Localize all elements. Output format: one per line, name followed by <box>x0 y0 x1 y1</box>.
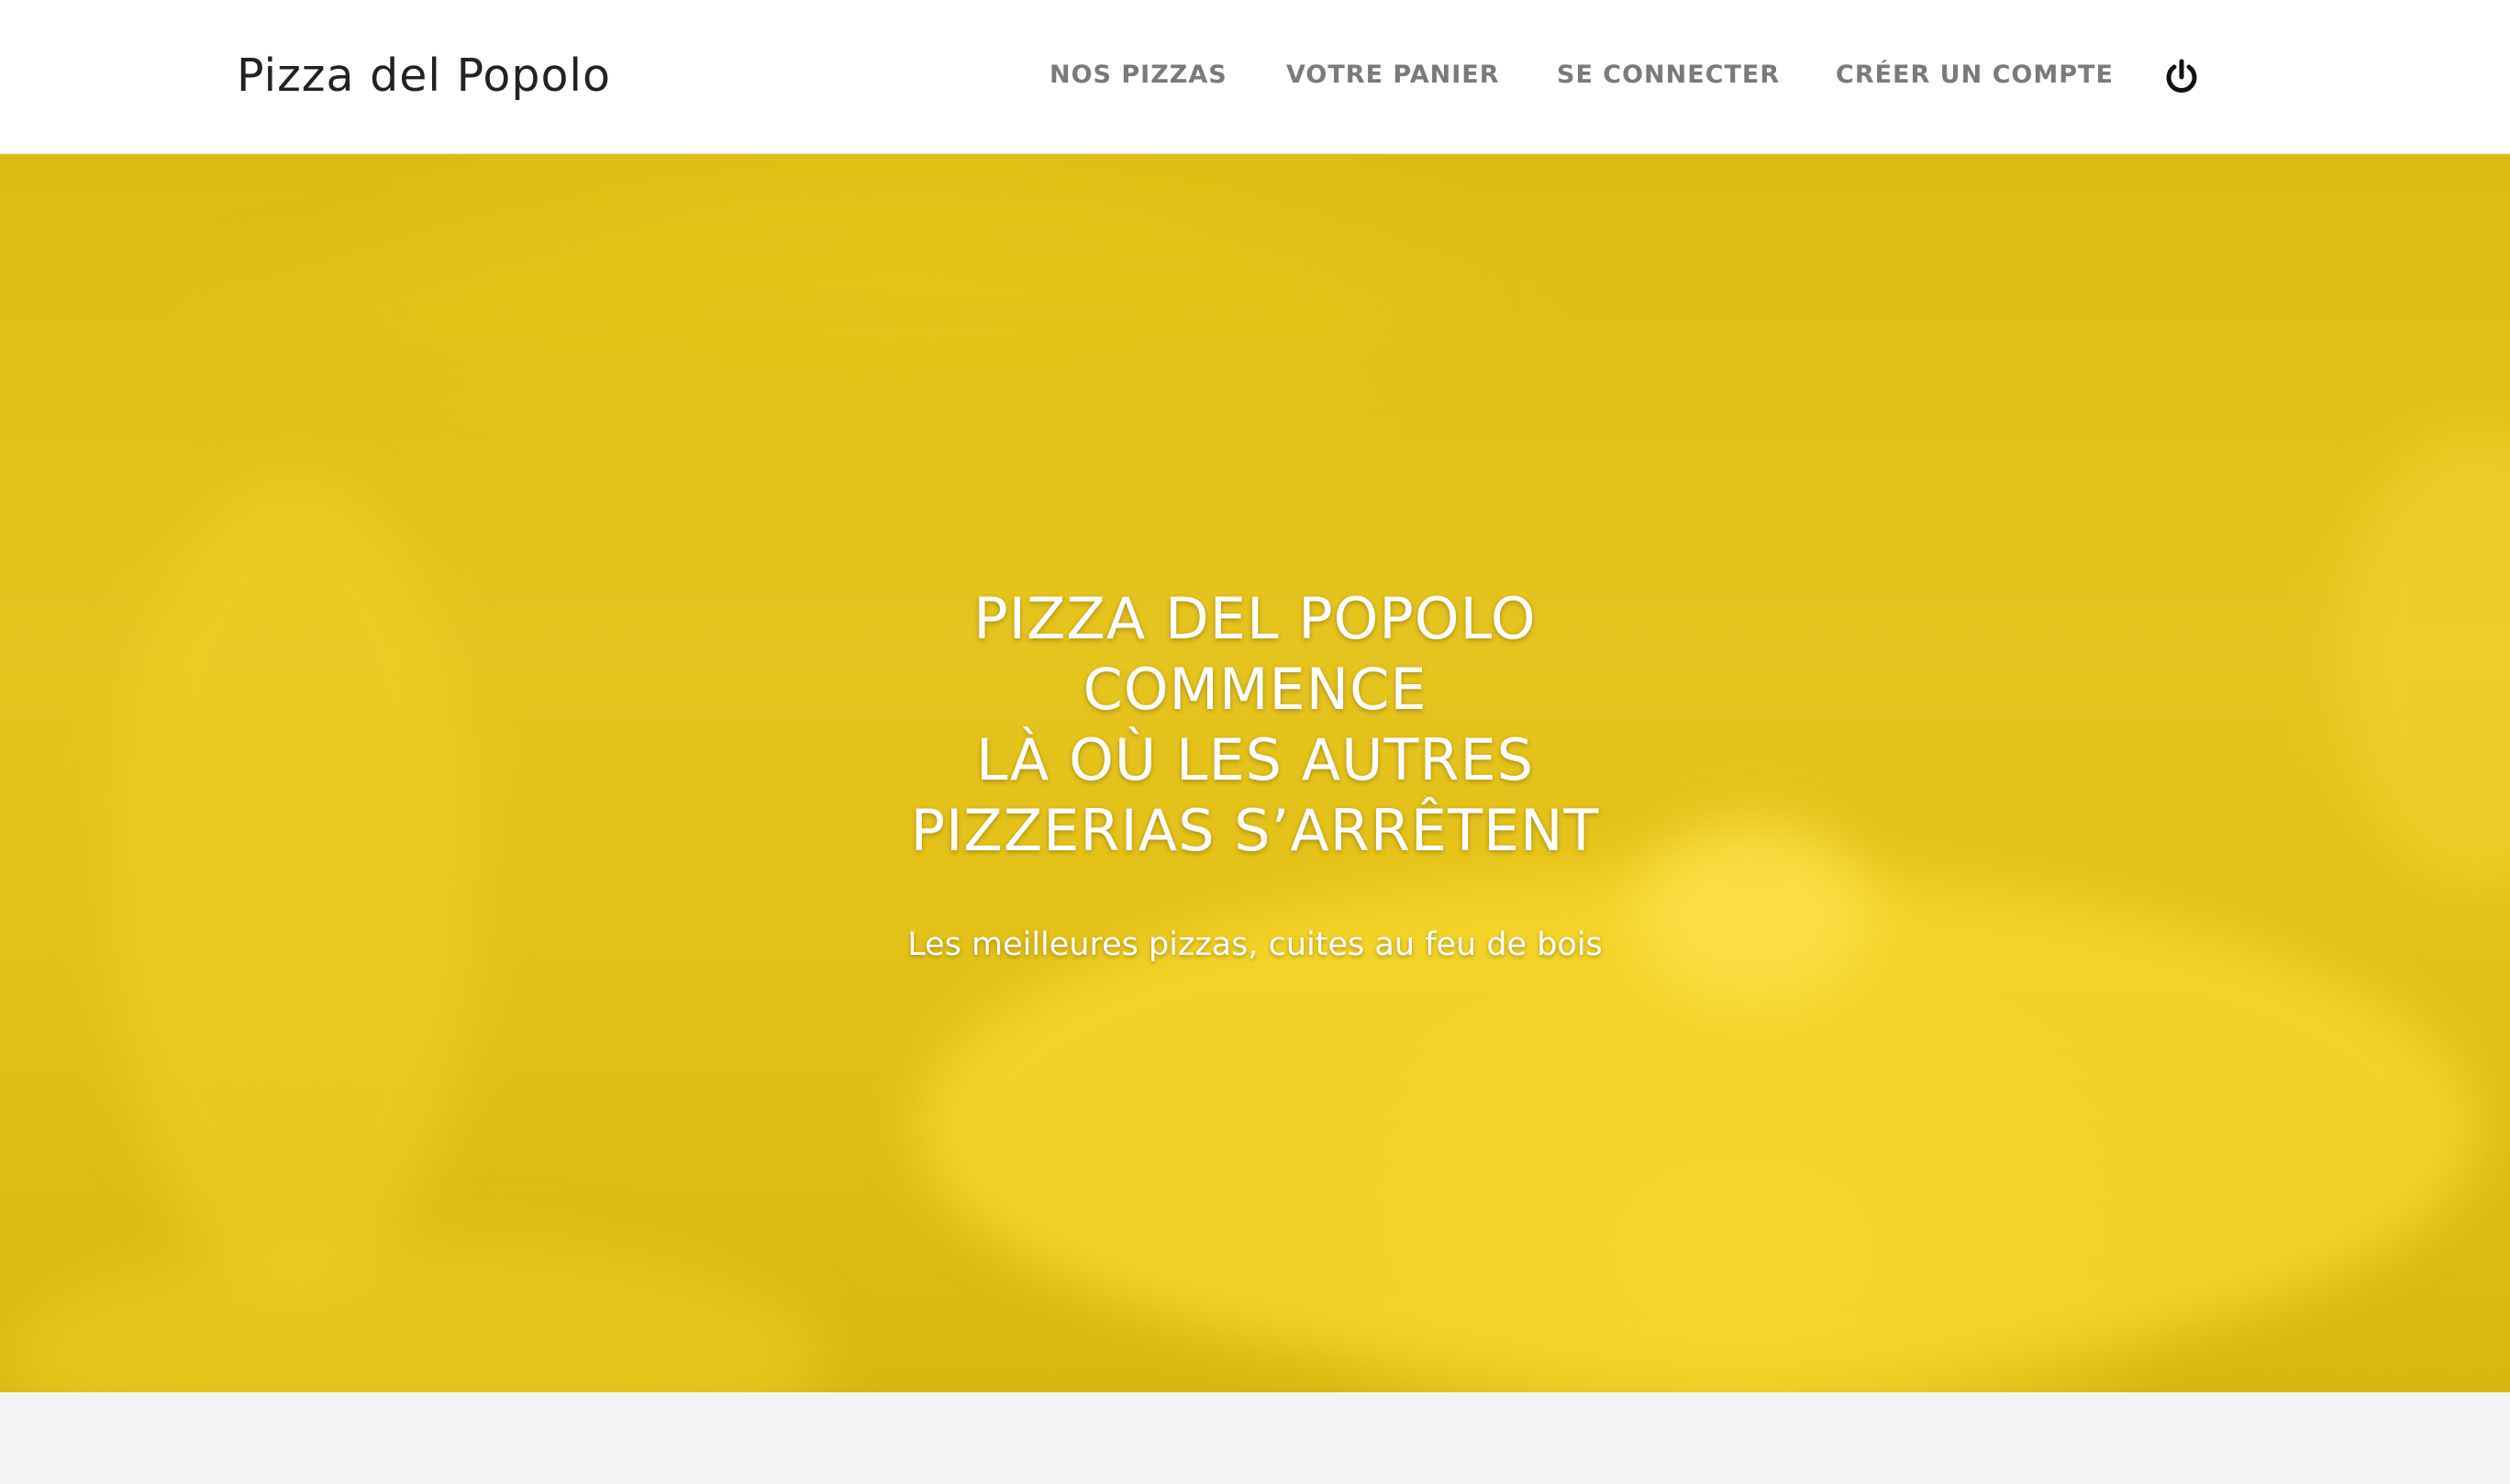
hero-headline: PIZZA DEL POPOLO COMMENCE LÀ OÙ LES AUTR… <box>796 583 1714 866</box>
hero-headline-line: COMMENCE <box>1083 656 1427 723</box>
nav-link-votre-panier[interactable]: VOTRE PANIER <box>1286 59 1500 92</box>
hero-subtitle: Les meilleures pizzas, cuites au feu de … <box>907 926 1603 963</box>
brand-logo-link[interactable]: Pizza del Popolo <box>237 46 611 106</box>
content-section-start <box>0 1392 2510 1484</box>
hero-headline-line: LÀ OÙ LES AUTRES <box>975 726 1535 793</box>
hero-headline-line: PIZZERIAS S’ARRÊTENT <box>910 797 1600 864</box>
power-icon[interactable] <box>2161 57 2202 97</box>
nav-link-nos-pizzas[interactable]: NOS PIZZAS <box>1050 59 1227 92</box>
top-navbar: Pizza del Popolo NOS PIZZAS VOTRE PANIER… <box>0 0 2510 154</box>
hero-headline-line: PIZZA DEL POPOLO <box>973 585 1537 652</box>
hero-bg-blob <box>183 227 1468 393</box>
hero-banner: PIZZA DEL POPOLO COMMENCE LÀ OÙ LES AUTR… <box>0 154 2510 1392</box>
nav-link-creer-un-compte[interactable]: CRÉER UN COMPTE <box>1836 59 2114 92</box>
hero-bg-blob <box>0 1236 826 1392</box>
hero-bg-blob <box>110 475 477 1301</box>
nav-link-se-connecter[interactable]: SE CONNECTER <box>1557 59 1780 92</box>
hero-bg-blob <box>2339 429 2510 888</box>
